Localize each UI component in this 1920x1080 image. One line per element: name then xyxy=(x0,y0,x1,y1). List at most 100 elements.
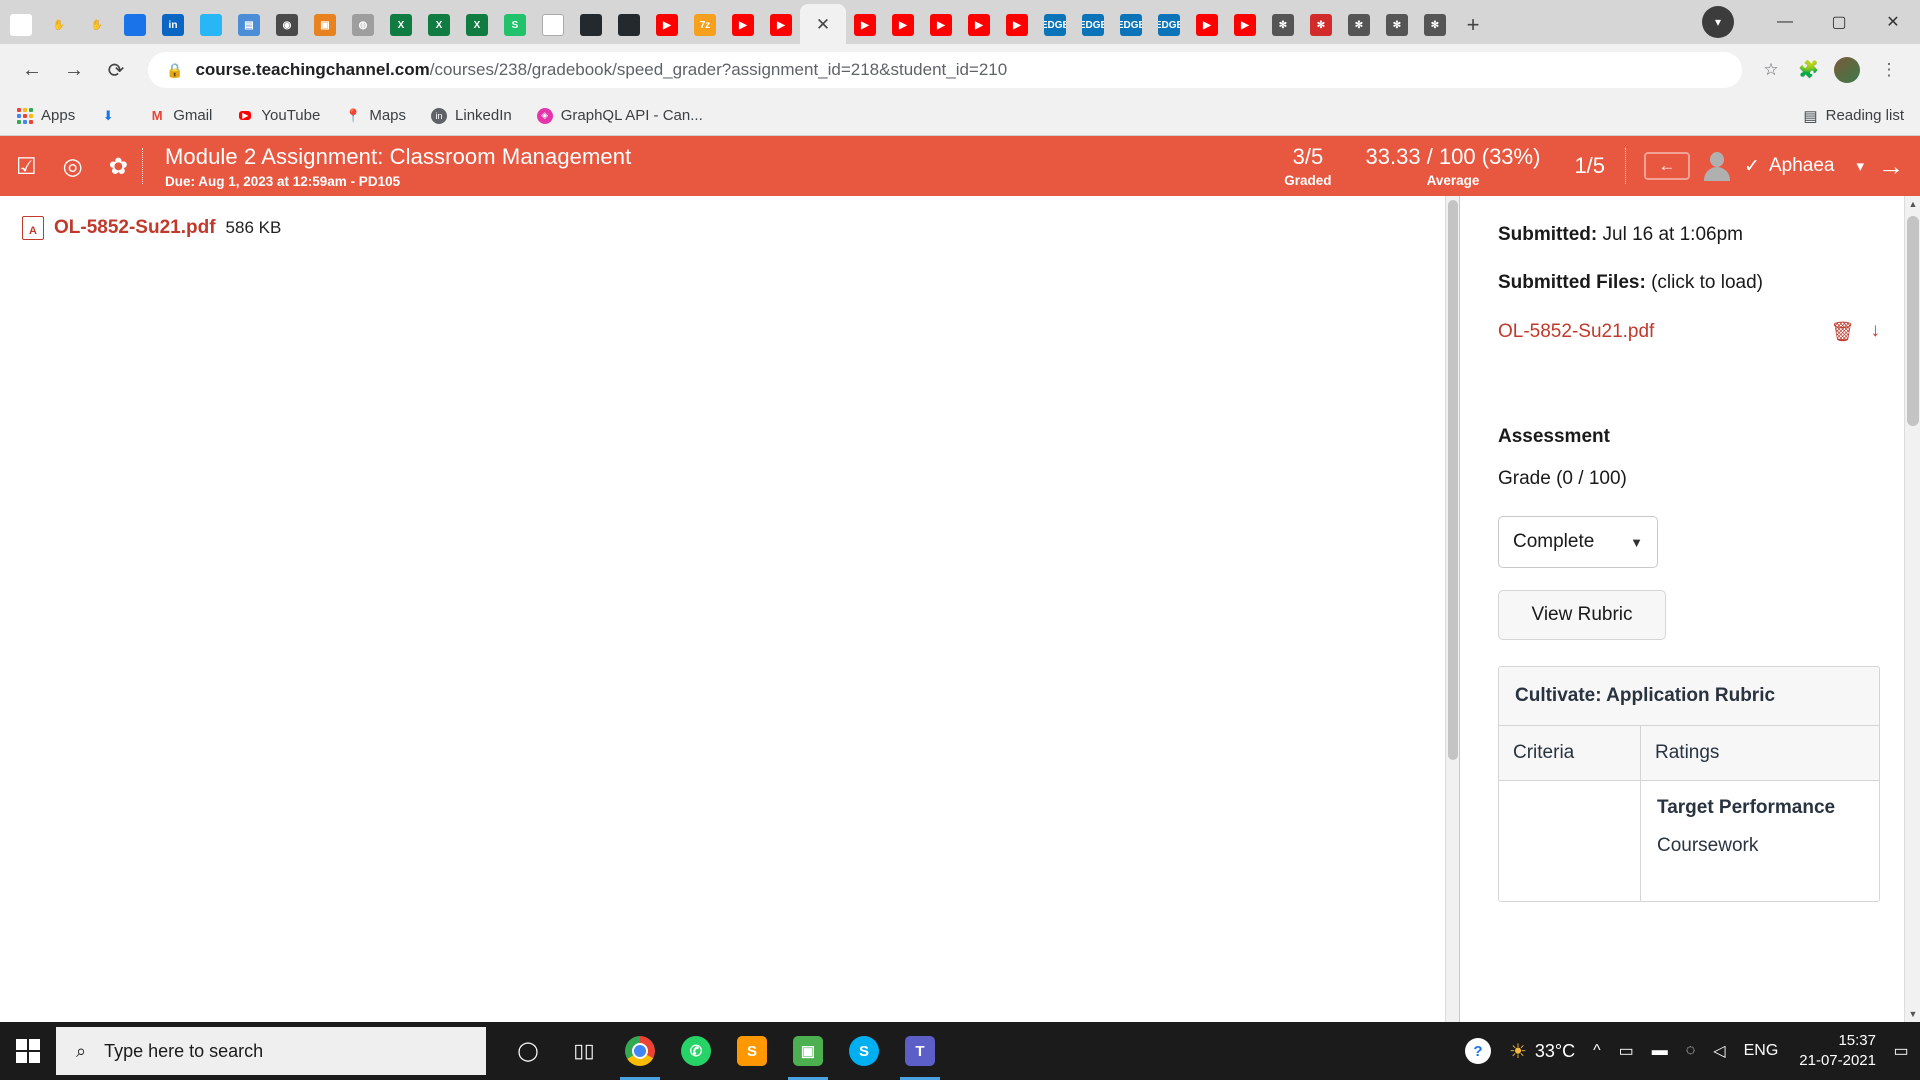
forward-button[interactable]: → xyxy=(56,52,92,88)
chrome-menu-icon[interactable]: ⋮ xyxy=(1872,53,1906,87)
browser-tab-1[interactable]: ✋ xyxy=(40,6,78,44)
browser-tab-37[interactable]: ✻ xyxy=(1416,6,1454,44)
address-bar[interactable]: 🔒 course.teachingchannel.com/courses/238… xyxy=(148,52,1742,88)
browser-tab-17[interactable]: ▶ xyxy=(648,6,686,44)
browser-tab-29[interactable]: EDGE xyxy=(1112,6,1150,44)
maximize-button[interactable]: ▢ xyxy=(1812,0,1866,44)
browser-tab-27[interactable]: EDGE xyxy=(1036,6,1074,44)
show-hidden-icons-chevron[interactable]: ^ xyxy=(1584,1022,1610,1080)
preview-file-name[interactable]: OL-5852-Su21.pdf xyxy=(54,217,216,239)
preview-scrollbar-thumb[interactable] xyxy=(1448,200,1458,760)
download-icon[interactable]: ↓ xyxy=(1871,320,1881,344)
preview-scrollbar[interactable] xyxy=(1445,196,1459,1022)
browser-tab-9[interactable]: ◍ xyxy=(344,6,382,44)
camera-tray-icon[interactable]: ▭ xyxy=(1610,1022,1643,1080)
start-button[interactable] xyxy=(0,1022,56,1080)
browser-tab-18[interactable]: 7z xyxy=(686,6,724,44)
profile-badge-icon[interactable]: ▾ xyxy=(1702,6,1734,38)
browser-tab-10[interactable]: X xyxy=(382,6,420,44)
browser-tab-22[interactable]: ▶ xyxy=(846,6,884,44)
browser-tab-6[interactable]: ▤ xyxy=(230,6,268,44)
submitted-file-link[interactable]: OL-5852-Su21.pdf xyxy=(1498,321,1654,343)
file-header-row[interactable]: A OL-5852-Su21.pdf 586 KB xyxy=(0,196,1459,240)
previous-student-button[interactable]: ← xyxy=(1644,152,1691,180)
task-view-taskbar-button[interactable]: ▯▯ xyxy=(556,1022,612,1080)
student-name-block[interactable]: ✓ Aphaea xyxy=(1744,155,1834,178)
browser-tab-3[interactable] xyxy=(116,6,154,44)
new-tab-button[interactable]: + xyxy=(1454,6,1492,44)
weather-widget[interactable]: ☀ 33°C xyxy=(1500,1022,1584,1080)
scroll-down-icon[interactable]: ▼ xyxy=(1905,1006,1920,1022)
grade-select[interactable]: Complete ▼ xyxy=(1498,516,1658,568)
browser-tab-20[interactable]: ▶ xyxy=(762,6,800,44)
browser-tab-14[interactable]: û xyxy=(534,6,572,44)
bookmark-apps[interactable]: Apps xyxy=(16,107,75,125)
browser-tab-11[interactable]: X xyxy=(420,6,458,44)
scroll-up-icon[interactable]: ▲ xyxy=(1905,196,1920,212)
browser-tab-35[interactable]: ✻ xyxy=(1340,6,1378,44)
language-indicator[interactable]: ENG xyxy=(1735,1022,1788,1080)
extensions-icon[interactable]: 🧩 xyxy=(1792,53,1826,87)
browser-tab-31[interactable]: ▶ xyxy=(1188,6,1226,44)
taskbar-search-input[interactable]: ⌕ Type here to search xyxy=(56,1027,486,1075)
eye-icon[interactable]: ◎ xyxy=(63,154,83,178)
browser-tab-25[interactable]: ▶ xyxy=(960,6,998,44)
battery-tray-icon[interactable]: ▬ xyxy=(1643,1022,1677,1080)
delete-icon[interactable]: 🗑 xyxy=(1830,320,1854,344)
browser-tab-7[interactable]: ◉ xyxy=(268,6,306,44)
next-student-button[interactable]: → xyxy=(1872,136,1920,196)
chevron-down-icon[interactable]: ▾ xyxy=(1848,136,1872,196)
bookmark-maps[interactable]: 📍 Maps xyxy=(344,107,406,125)
chrome-taskbar-button[interactable] xyxy=(612,1022,668,1080)
browser-tab-5[interactable] xyxy=(192,6,230,44)
browser-tab-15[interactable] xyxy=(572,6,610,44)
browser-tab-34[interactable]: ✻ xyxy=(1302,6,1340,44)
browser-tab-28[interactable]: EDGE xyxy=(1074,6,1112,44)
view-rubric-button[interactable]: View Rubric xyxy=(1498,590,1666,640)
browser-tab-0[interactable]: M xyxy=(2,6,40,44)
browser-tab-33[interactable]: ✻ xyxy=(1264,6,1302,44)
photos-taskbar-button[interactable]: ▣ xyxy=(780,1022,836,1080)
browser-tab-24[interactable]: ▶ xyxy=(922,6,960,44)
browser-tab-19[interactable]: ▶ xyxy=(724,6,762,44)
cortana-taskbar-button[interactable]: ◯ xyxy=(500,1022,556,1080)
browser-tab-32[interactable]: ▶ xyxy=(1226,6,1264,44)
skype-taskbar-button[interactable]: S xyxy=(836,1022,892,1080)
browser-tab-2[interactable]: ✋ xyxy=(78,6,116,44)
reading-list-button[interactable]: ▤ Reading list xyxy=(1803,107,1904,125)
bookmark-linkedin[interactable]: in LinkedIn xyxy=(430,107,512,125)
help-icon[interactable]: ? xyxy=(1456,1022,1500,1080)
sidebar-scrollbar-thumb[interactable] xyxy=(1907,216,1919,426)
back-button[interactable]: ← xyxy=(14,52,50,88)
browser-tab-13[interactable]: S xyxy=(496,6,534,44)
bookmark-gmail[interactable]: M Gmail xyxy=(148,107,213,125)
sidebar-scrollbar[interactable]: ▲ ▼ xyxy=(1904,196,1920,1022)
notifications-icon[interactable]: ▭ xyxy=(1888,1022,1914,1080)
close-window-button[interactable]: ✕ xyxy=(1866,0,1920,44)
settings-gear-icon[interactable]: ✿ xyxy=(109,154,128,178)
browser-tab-4[interactable]: in xyxy=(154,6,192,44)
browser-tab-21[interactable]: ✕ xyxy=(800,4,846,44)
minimize-button[interactable]: — xyxy=(1758,0,1812,44)
browser-tab-16[interactable] xyxy=(610,6,648,44)
browser-tab-36[interactable]: ✻ xyxy=(1378,6,1416,44)
network-tray-icon[interactable]: ◌ xyxy=(1677,1022,1705,1080)
browser-tab-12[interactable]: X xyxy=(458,6,496,44)
browser-tab-26[interactable]: ▶ xyxy=(998,6,1036,44)
volume-tray-icon[interactable]: ◁ xyxy=(1704,1022,1734,1080)
bookmark-graphql-api-can[interactable]: ◈ GraphQL API - Can... xyxy=(536,107,703,125)
close-icon[interactable]: ✕ xyxy=(816,16,830,33)
browser-tab-30[interactable]: EDGE xyxy=(1150,6,1188,44)
teams-taskbar-button[interactable]: T xyxy=(892,1022,948,1080)
browser-tab-23[interactable]: ▶ xyxy=(884,6,922,44)
clock[interactable]: 15:37 21-07-2021 xyxy=(1787,1031,1888,1072)
bookmark-star-icon[interactable]: ☆ xyxy=(1754,53,1788,87)
gradebook-icon[interactable]: ☑ xyxy=(16,154,37,178)
bookmark-item-1[interactable]: ⬇ xyxy=(99,107,124,125)
browser-tab-8[interactable]: ▣ xyxy=(306,6,344,44)
bookmark-youtube[interactable]: ▶ YouTube xyxy=(236,107,320,125)
sublime-taskbar-button[interactable]: S xyxy=(724,1022,780,1080)
avatar[interactable] xyxy=(1834,57,1860,83)
whatsapp-taskbar-button[interactable]: ✆ xyxy=(668,1022,724,1080)
reload-button[interactable]: ⟳ xyxy=(98,52,134,88)
